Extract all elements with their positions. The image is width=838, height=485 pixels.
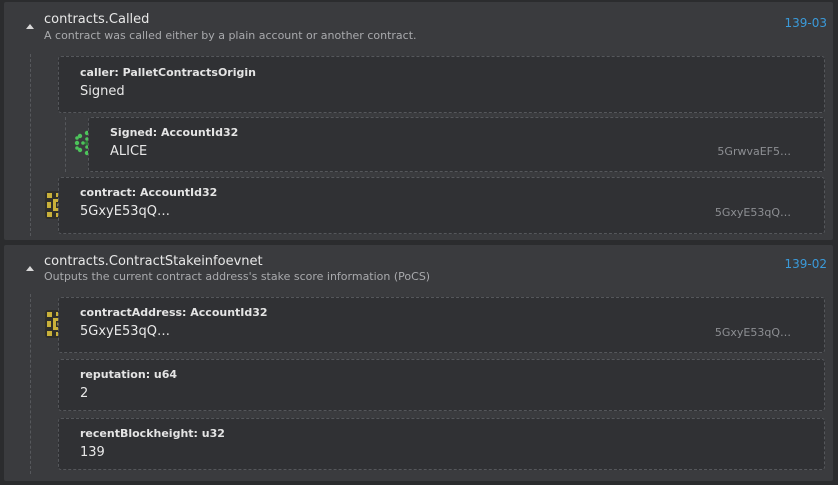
param-signed: Signed: AccountId32 ALICE 5GrwvaEF5… [88,117,825,172]
param-reputation: reputation: u64 2 [58,359,825,411]
param-label: contractAddress: AccountId32 [80,306,268,319]
tree-connector-nested [65,117,66,172]
event-block-link[interactable]: 139-02 [784,257,827,271]
param-value: 5GxyE53qQ… [80,324,170,339]
account-address[interactable]: 5GxyE53qQ… [715,326,791,339]
account-address[interactable]: 5GrwvaEF5… [717,145,791,158]
chevron-up-icon[interactable] [26,24,34,29]
param-label: Signed: AccountId32 [110,126,239,139]
event-description: Outputs the current contract address's s… [44,270,431,283]
param-contract: contract: AccountId32 5GxyE53qQ… 5GxyE53… [58,177,825,234]
chevron-up-icon[interactable] [26,266,34,271]
param-label: recentBlockheight: u32 [80,427,225,440]
param-contract-address: contractAddress: AccountId32 5GxyE53qQ… … [58,297,825,353]
event-title[interactable]: contracts.Called [44,12,149,27]
event-description: A contract was called either by a plain … [44,29,417,42]
param-label: contract: AccountId32 [80,186,218,199]
account-address[interactable]: 5GxyE53qQ… [715,206,791,219]
param-value: 139 [80,445,105,460]
param-value: 5GxyE53qQ… [80,204,170,219]
event-contract-stakeinfo: contracts.ContractStakeinfoevnet Outputs… [4,245,833,481]
event-contracts-called: contracts.Called A contract was called e… [4,2,833,240]
tree-connector [30,294,31,474]
param-recent-blockheight: recentBlockheight: u32 139 [58,418,825,470]
tree-connector [30,54,31,236]
event-title[interactable]: contracts.ContractStakeinfoevnet [44,254,263,269]
param-label: caller: PalletContractsOrigin [80,66,256,79]
event-block-link[interactable]: 139-03 [784,16,827,30]
param-caller: caller: PalletContractsOrigin Signed [58,56,825,113]
param-value: ALICE [110,144,148,159]
param-value: Signed [80,84,125,99]
param-label: reputation: u64 [80,368,178,381]
param-value: 2 [80,386,89,401]
